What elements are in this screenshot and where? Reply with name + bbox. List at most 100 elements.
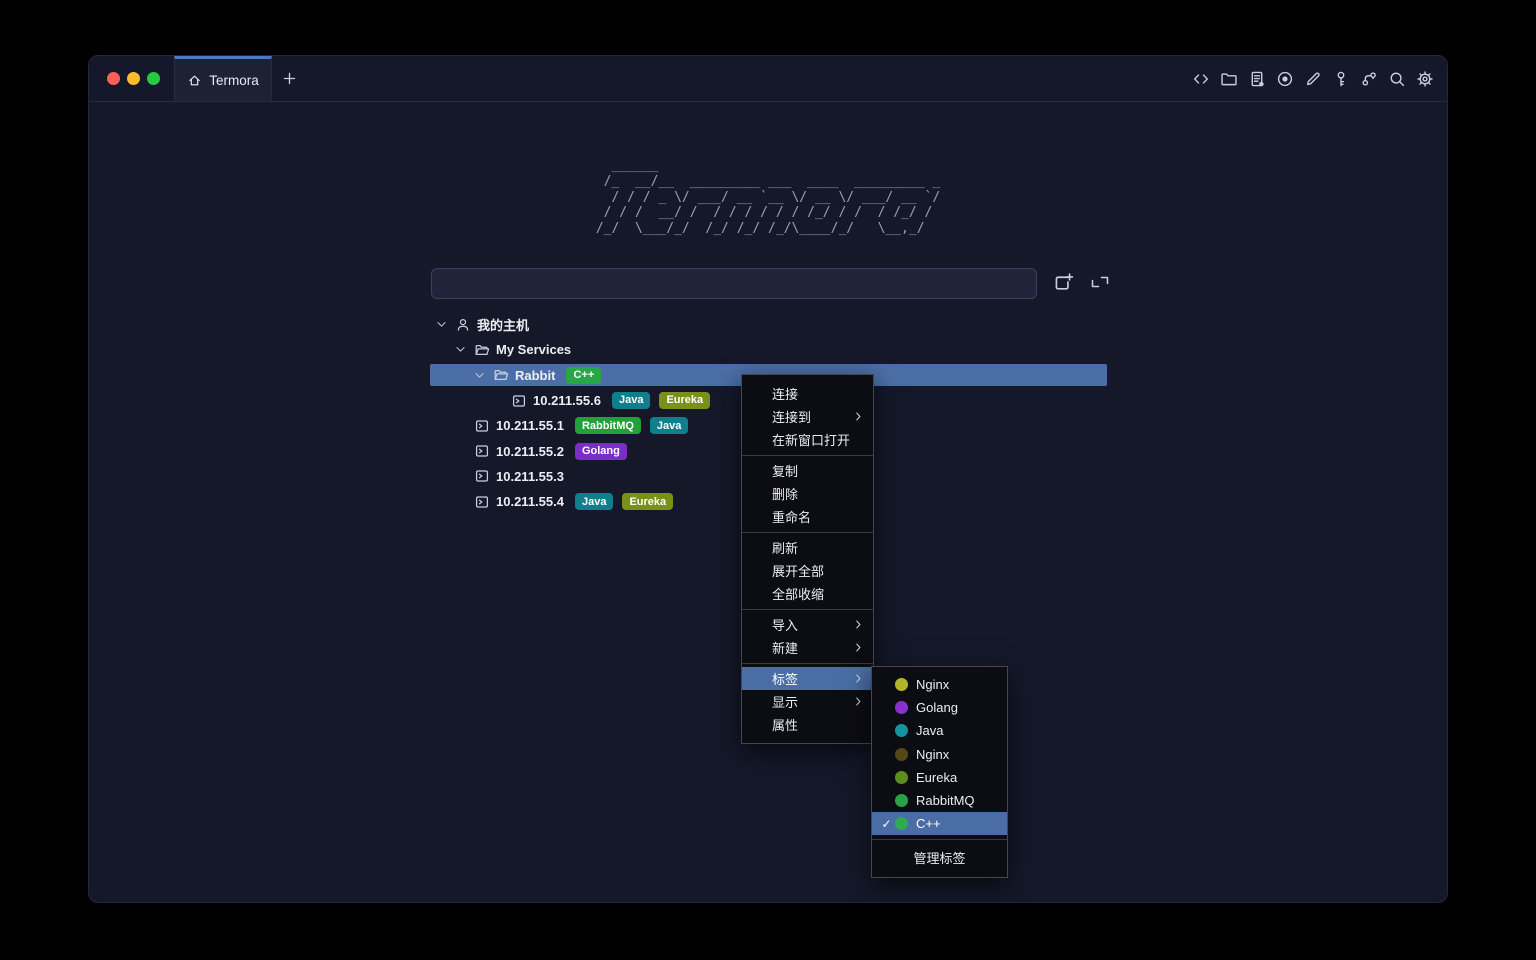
key-icon xyxy=(1332,70,1350,88)
menu-item-新建[interactable]: 新建 xyxy=(742,636,873,659)
menu-item-label: 显示 xyxy=(772,692,798,711)
submenu-arrow-icon xyxy=(853,642,864,653)
folder-icon xyxy=(1220,70,1238,88)
terminal-icon xyxy=(474,418,490,434)
submenu-arrow-icon xyxy=(853,673,864,684)
tag-menu-item-label: Eureka xyxy=(916,770,957,785)
tag-menu-item-nginx[interactable]: Nginx xyxy=(872,673,1007,696)
user-icon xyxy=(455,317,471,333)
menu-item-label: 导入 xyxy=(772,615,798,634)
menu-item-重命名[interactable]: 重命名 xyxy=(742,505,873,528)
menu-item-连接[interactable]: 连接 xyxy=(742,382,873,405)
tag-color-dot xyxy=(895,817,908,830)
settings-button[interactable] xyxy=(1416,70,1434,88)
terminal-icon xyxy=(474,468,490,484)
search-input[interactable] xyxy=(431,268,1037,299)
tag-menu-item-c[interactable]: ✓ C++ xyxy=(872,812,1007,835)
search-icon xyxy=(1388,70,1406,88)
code-button[interactable] xyxy=(1192,70,1210,88)
chevron-down-icon xyxy=(454,343,467,356)
titlebar-actions xyxy=(1192,56,1447,101)
tag-menu-item-golang[interactable]: Golang xyxy=(872,696,1007,719)
menu-item-label: 刷新 xyxy=(772,538,798,557)
tree-node-label: 10.211.55.2 xyxy=(496,444,564,459)
chevron-down-icon xyxy=(473,369,486,382)
new-tab-button[interactable] xyxy=(272,56,306,101)
traffic-lights xyxy=(89,56,174,101)
menu-item-label: 新建 xyxy=(772,638,798,657)
tag-badge-c: C++ xyxy=(566,367,601,384)
tag-menu-item-eureka[interactable]: Eureka xyxy=(872,766,1007,789)
menu-item-展开全部[interactable]: 展开全部 xyxy=(742,559,873,582)
tree-row-my-services[interactable]: My Services xyxy=(89,337,1447,362)
key-button[interactable] xyxy=(1332,70,1350,88)
tag-menu-item-nginx[interactable]: Nginx xyxy=(872,743,1007,766)
tree-node-label: 10.211.55.6 xyxy=(533,393,601,408)
submenu-arrow-icon xyxy=(853,619,864,630)
minimize-window-button[interactable] xyxy=(127,72,140,85)
tag-badge-java: Java xyxy=(612,392,650,409)
tag-menu-item-label: Java xyxy=(916,723,943,738)
context-menu: 连接连接到在新窗口打开复制删除重命名刷新展开全部全部收缩导入新建标签显示属性 xyxy=(741,374,874,744)
menu-item-label: 重命名 xyxy=(772,507,811,526)
logs-icon xyxy=(1248,70,1266,88)
tree-node-label: 10.211.55.3 xyxy=(496,469,564,484)
menu-item-标签[interactable]: 标签 xyxy=(742,667,873,690)
tree-node-label: 10.211.55.1 xyxy=(496,418,564,433)
search-button[interactable] xyxy=(1388,70,1406,88)
code-icon xyxy=(1192,70,1210,88)
close-window-button[interactable] xyxy=(107,72,120,85)
chevron-down-icon xyxy=(435,318,448,331)
logs-button[interactable] xyxy=(1248,70,1266,88)
tree-node-label: Rabbit xyxy=(515,368,555,383)
tag-menu-item-rabbitmq[interactable]: RabbitMQ xyxy=(872,789,1007,812)
keychain-button[interactable] xyxy=(1360,70,1378,88)
tab-termora[interactable]: Termora xyxy=(174,56,272,101)
menu-item-导入[interactable]: 导入 xyxy=(742,613,873,636)
edit-button[interactable] xyxy=(1304,70,1322,88)
menu-item-显示[interactable]: 显示 xyxy=(742,690,873,713)
zoom-window-button[interactable] xyxy=(147,72,160,85)
menu-item-删除[interactable]: 删除 xyxy=(742,482,873,505)
menu-item-全部收缩[interactable]: 全部收缩 xyxy=(742,582,873,605)
tag-badge-rabbitmq: RabbitMQ xyxy=(575,417,641,434)
record-button[interactable] xyxy=(1276,70,1294,88)
folders-button[interactable] xyxy=(1220,70,1238,88)
tag-badge-java: Java xyxy=(650,417,688,434)
layout-toggle-button[interactable] xyxy=(1089,272,1111,294)
menu-item-属性[interactable]: 属性 xyxy=(742,713,873,736)
tag-badge-golang: Golang xyxy=(575,443,627,460)
home-icon xyxy=(187,73,202,88)
tree-node-label: My Services xyxy=(496,342,571,357)
menu-item-连接到[interactable]: 连接到 xyxy=(742,405,873,428)
tag-menu-item-label: Golang xyxy=(916,700,958,715)
tags-submenu: Nginx Golang Java Nginx Eureka RabbitMQ ✓ C++ 管理… xyxy=(871,666,1008,878)
tag-menu-item-label: C++ xyxy=(916,816,941,831)
terminal-icon xyxy=(474,494,490,510)
manage-tags-item[interactable]: 管理标签 xyxy=(872,843,1007,871)
add-host-button[interactable] xyxy=(1052,272,1074,294)
tree-row--[interactable]: 我的主机 xyxy=(89,312,1447,337)
check-icon: ✓ xyxy=(878,817,895,831)
menu-item-复制[interactable]: 复制 xyxy=(742,459,873,482)
menu-item-label: 连接 xyxy=(772,384,798,403)
menu-item-刷新[interactable]: 刷新 xyxy=(742,536,873,559)
tag-menu-item-label: RabbitMQ xyxy=(916,793,975,808)
tag-color-dot xyxy=(895,748,908,761)
tag-badge-java: Java xyxy=(575,493,613,510)
menu-item-label: 属性 xyxy=(772,715,798,734)
titlebar: Termora xyxy=(89,56,1447,102)
menu-item-label: 删除 xyxy=(772,484,798,503)
tag-menu-item-java[interactable]: Java xyxy=(872,719,1007,742)
menu-item-在新窗口打开[interactable]: 在新窗口打开 xyxy=(742,428,873,451)
settings-icon xyxy=(1416,70,1434,88)
tree-node-label: 10.211.55.4 xyxy=(496,494,564,509)
folder-open-icon xyxy=(474,342,490,358)
terminal-icon xyxy=(474,443,490,459)
menu-item-label: 连接到 xyxy=(772,407,811,426)
tag-menu-item-label: Nginx xyxy=(916,747,949,762)
folder-open-icon xyxy=(493,367,509,383)
tag-color-dot xyxy=(895,678,908,691)
submenu-arrow-icon xyxy=(853,411,864,422)
keychain-icon xyxy=(1360,70,1378,88)
